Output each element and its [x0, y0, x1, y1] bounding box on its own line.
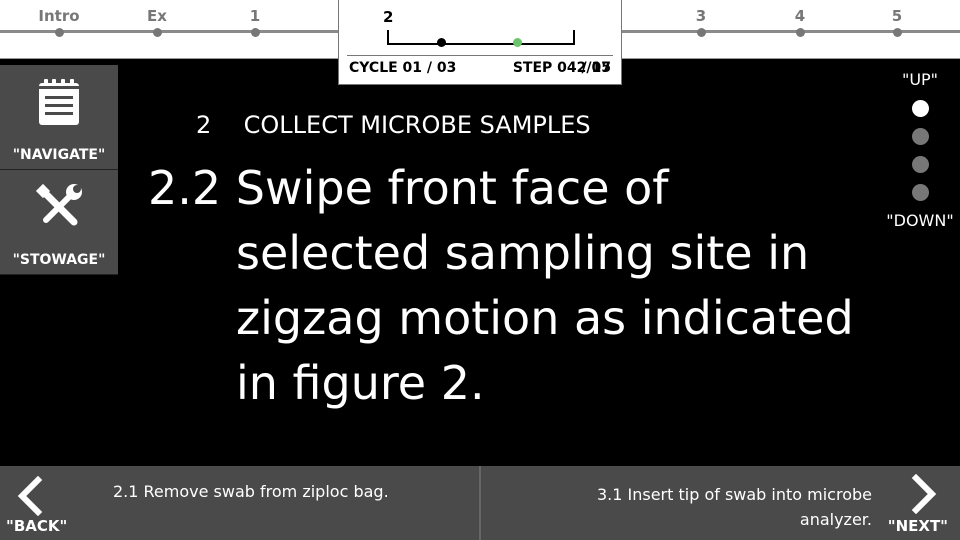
stowage-button[interactable]: "STOWAGE" — [0, 170, 118, 275]
section-title: COLLECT MICROBE SAMPLES — [243, 111, 591, 139]
current-stage-panel: 2 CYCLE 01 / 03 STEP 04 / 07 2/15 — [338, 0, 622, 85]
notepad-icon — [39, 79, 79, 125]
stage-ex[interactable]: Ex — [117, 0, 197, 37]
stage-label: 5 — [891, 7, 903, 25]
back-label: "BACK" — [6, 517, 68, 535]
page-dot — [911, 100, 929, 117]
divider — [479, 466, 481, 540]
previous-step-text[interactable]: 2.1 Remove swab from ziploc bag. — [113, 482, 389, 501]
stage-3[interactable]: 3 — [661, 0, 741, 37]
page-dot — [911, 184, 929, 201]
cycle-counter: CYCLE 01 / 03 — [349, 60, 457, 76]
stage-dot — [152, 28, 162, 37]
stage-5[interactable]: 5 — [857, 0, 937, 37]
next-label: "NEXT" — [887, 517, 948, 535]
stage-4[interactable]: 4 — [760, 0, 840, 37]
navigate-button[interactable]: "NAVIGATE" — [0, 65, 118, 170]
down-label[interactable]: "DOWN" — [880, 211, 960, 230]
step-instruction-lead: 2.2 Swipe front face of — [148, 161, 669, 215]
stage-label: 4 — [794, 7, 806, 25]
stage-label: 1 — [249, 7, 261, 25]
stage-dot — [250, 28, 260, 37]
current-substep-dot — [513, 38, 522, 47]
page-dot — [911, 128, 929, 145]
chevron-left-icon — [17, 476, 43, 516]
stage-dot — [696, 28, 706, 37]
step-navigation: "BACK" 2.1 Remove swab from ziploc bag. … — [0, 466, 960, 540]
stage-label: Intro — [38, 7, 80, 25]
page-scroller: "UP" "DOWN" — [880, 70, 960, 230]
divider — [347, 55, 613, 56]
stage-label: Ex — [147, 7, 167, 25]
page-dot — [911, 156, 929, 173]
current-stage-number: 2 — [383, 8, 394, 26]
stage-1[interactable]: 1 — [215, 0, 295, 37]
stage-dot — [795, 28, 805, 37]
navigate-label: "NAVIGATE" — [12, 147, 106, 163]
completed-substep-dot — [437, 38, 446, 47]
tools-icon — [35, 183, 82, 226]
stage-label: 3 — [695, 7, 707, 25]
stowage-label: "STOWAGE" — [12, 252, 106, 268]
stage-intro[interactable]: Intro — [19, 0, 99, 37]
step-instruction: 2.2 Swipe front face of selected samplin… — [148, 156, 868, 416]
step-instruction-body: selected sampling site in zigzag motion … — [236, 226, 854, 410]
up-label[interactable]: "UP" — [880, 70, 960, 89]
step-counter-overlay: 2/15 — [576, 60, 611, 76]
stage-dot — [54, 28, 64, 37]
stage-dot — [892, 28, 902, 37]
chevron-right-icon — [911, 474, 937, 514]
next-step-text[interactable]: 3.1 Insert tip of swab into microbe anal… — [572, 482, 872, 532]
stage-bracket — [387, 30, 575, 45]
section-number: 2 — [196, 111, 212, 139]
section-heading: 2 COLLECT MICROBE SAMPLES — [196, 111, 591, 139]
